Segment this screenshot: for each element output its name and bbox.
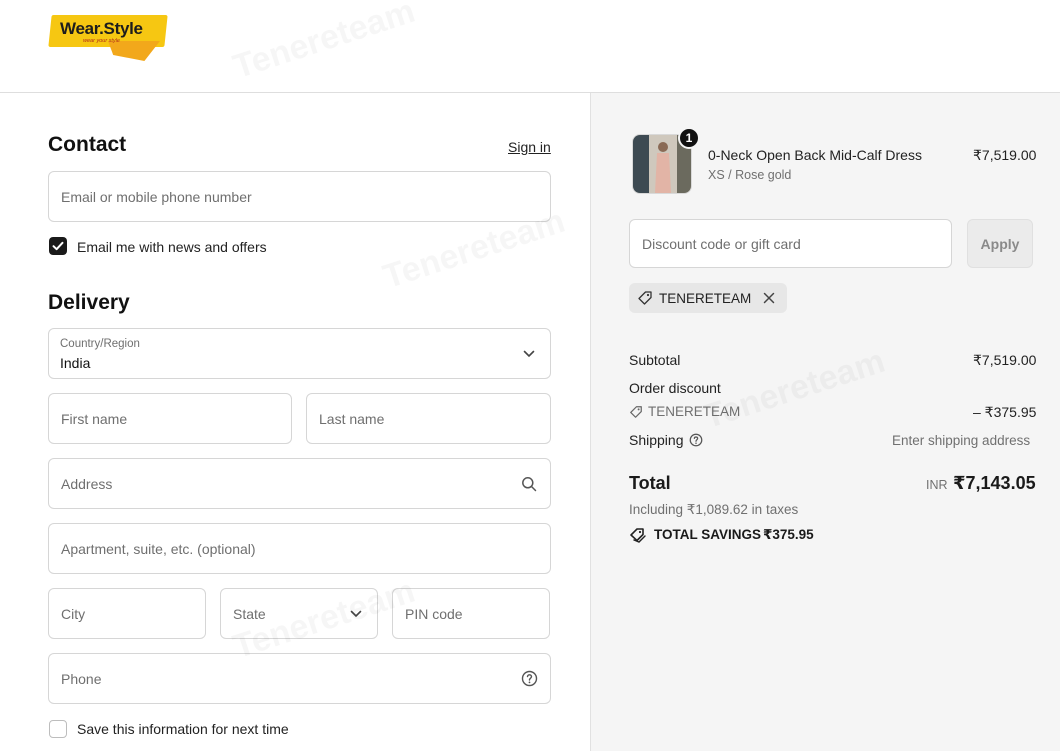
brand-logo[interactable]: Wear.Style wear your style [48,15,168,63]
order-discount-code: TENERETEAM [648,404,741,419]
shipping-value: Enter shipping address [892,433,1031,448]
state-select[interactable]: State [220,588,378,639]
product-name: 0-Neck Open Back Mid-Calf Dress [708,147,922,163]
search-icon[interactable] [520,475,538,493]
applied-discount-code: TENERETEAM [659,290,752,306]
city-field[interactable] [49,589,205,638]
total-value: ₹7,143.05 [953,473,1036,493]
email-field-wrapper [48,171,551,222]
address-field[interactable] [49,459,550,508]
logo-text: Wear.Style [60,19,143,38]
logo-tagline: wear your style [83,38,120,44]
currency-code: INR [926,478,948,492]
country-value: India [60,355,91,371]
state-placeholder: State [233,606,266,622]
last-name-wrapper [306,393,551,444]
remove-discount-icon[interactable] [761,290,777,306]
chevron-down-icon [347,605,365,623]
first-name-wrapper [48,393,292,444]
phone-wrapper [48,653,551,704]
savings-tag-icon [630,528,646,543]
product-price: ₹7,519.00 [973,147,1037,163]
taxes-note: Including ₹1,089.62 in taxes [629,502,799,517]
apartment-field[interactable] [49,524,550,573]
quantity-badge: 1 [678,127,700,149]
country-label: Country/Region [60,338,140,350]
total-savings-label: TOTAL SAVINGS [654,527,762,542]
total-savings-value: ₹375.95 [763,527,814,542]
save-info-label: Save this information for next time [77,721,289,737]
tag-icon [638,291,652,305]
checkmark-icon [52,241,64,251]
discount-wrapper [629,219,952,268]
city-wrapper [48,588,206,639]
pin-code-field[interactable] [393,589,549,638]
product-variant: XS / Rose gold [708,168,792,182]
site-header: Wear.Style wear your style [0,0,1060,93]
order-summary: 1 0-Neck Open Back Mid-Calf Dress XS / R… [590,93,1060,751]
discount-code-field[interactable] [630,220,951,267]
subtotal-label: Subtotal [629,352,681,368]
apply-discount-button[interactable]: Apply [967,219,1033,268]
sign-in-link[interactable]: Sign in [508,139,551,155]
email-field[interactable] [49,172,550,221]
pin-wrapper [392,588,550,639]
logo-ribbon [108,41,160,61]
help-icon[interactable] [520,670,538,688]
newsletter-checkbox[interactable] [49,237,67,255]
order-discount-label: Order discount [629,380,721,396]
address-wrapper [48,458,551,509]
tag-icon [630,406,642,418]
total-label: Total [629,473,671,493]
order-discount-value: – ₹375.95 [973,404,1037,420]
save-info-checkbox[interactable] [49,720,67,738]
apartment-wrapper [48,523,551,574]
delivery-heading: Delivery [48,291,130,314]
shipping-label: Shipping [629,432,684,448]
help-icon[interactable] [689,433,703,447]
applied-discount-chip: TENERETEAM [629,283,788,313]
country-select[interactable]: Country/Region India [48,328,551,379]
newsletter-label: Email me with news and offers [77,239,267,255]
first-name-field[interactable] [49,394,291,443]
chevron-down-icon [520,345,538,363]
subtotal-value: ₹7,519.00 [973,352,1037,368]
checkout-form: Contact Sign in Email me with news and o… [0,93,590,751]
last-name-field[interactable] [307,394,550,443]
phone-field[interactable] [49,654,550,703]
contact-heading: Contact [48,133,127,156]
